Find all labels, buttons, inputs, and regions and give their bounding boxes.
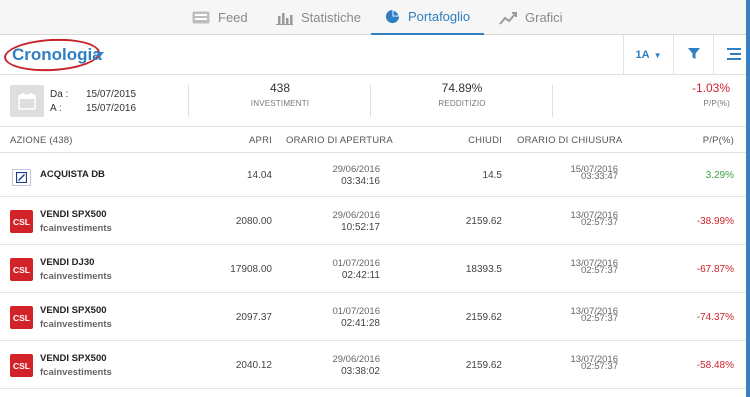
open-price: 17908.00 <box>230 264 272 275</box>
open-price: 2097.37 <box>235 312 272 323</box>
list-icon <box>726 47 741 63</box>
from-date: 15/07/2015 <box>86 89 137 100</box>
line-chart-icon <box>499 11 517 25</box>
csl-logo-icon: CSL <box>10 354 33 377</box>
investments-value: 438 <box>269 81 291 95</box>
trader-name[interactable]: fcainvestiments <box>40 271 112 282</box>
table-row[interactable]: ACQUISTA DB 14.04 29/06/2016 03:34:16 14.5 15… <box>0 153 746 197</box>
filter-button[interactable] <box>673 35 713 75</box>
period-label: 1A <box>635 49 650 61</box>
filter-icon <box>687 47 700 63</box>
portfolio-page: Feed Statistiche Portafoglio Grafici Cro… <box>0 0 750 397</box>
top-nav: Feed Statistiche Portafoglio Grafici <box>0 0 746 35</box>
col-orario-chiusura[interactable]: ORARIO DI CHIUSURA <box>517 135 622 146</box>
instrument-name[interactable]: VENDI DJ30 <box>40 257 94 268</box>
instrument-name[interactable]: VENDI SPX500 <box>40 209 107 220</box>
caret-down-icon: ▼ <box>653 50 662 60</box>
instrument-name[interactable]: ACQUISTA DB <box>40 169 105 180</box>
tab-statistiche[interactable]: Statistiche <box>276 0 361 35</box>
investments-stat: 438 INVESTIMENTI <box>230 81 330 108</box>
chevron-down-icon[interactable] <box>96 52 104 57</box>
yield-value: 74.89% <box>441 81 483 95</box>
close-price: 2159.62 <box>465 360 502 371</box>
col-orario-apertura[interactable]: ORARIO DI APERTURA <box>286 135 393 146</box>
calendar-icon[interactable] <box>10 85 44 117</box>
col-azione[interactable]: AZIONE (438) <box>10 135 73 146</box>
pl-label: P/P(%) <box>703 99 730 108</box>
divider <box>552 85 553 117</box>
csl-logo-icon: CSL <box>10 210 33 233</box>
close-price: 14.5 <box>482 170 502 181</box>
col-apri[interactable]: APRI <box>220 135 272 146</box>
tab-portafoglio-label: Portafoglio <box>408 9 471 24</box>
tab-statistiche-label: Statistiche <box>301 10 361 25</box>
close-price: 2159.62 <box>465 216 502 227</box>
pie-chart-icon <box>385 9 400 24</box>
close-time: 02:57:37 <box>581 217 618 228</box>
open-time: 10:52:17 <box>341 222 380 233</box>
tab-feed-label: Feed <box>218 10 248 25</box>
close-time: 02:57:37 <box>581 361 618 372</box>
feed-icon <box>192 11 210 24</box>
list-view-button[interactable] <box>713 35 750 75</box>
csl-logo-icon: CSL <box>10 258 33 281</box>
tab-feed[interactable]: Feed <box>192 0 248 35</box>
csl-logo-icon: CSL <box>10 306 33 329</box>
open-time: 02:41:28 <box>341 318 380 329</box>
open-date: 01/07/2016 <box>332 258 380 269</box>
tab-grafici-label: Grafici <box>525 10 563 25</box>
period-selector[interactable]: 1A ▼ <box>623 35 673 75</box>
open-price: 2080.00 <box>235 216 272 227</box>
trader-name[interactable]: fcainvestiments <box>40 319 112 330</box>
open-date: 29/06/2016 <box>332 164 380 175</box>
instrument-name[interactable]: VENDI SPX500 <box>40 305 107 316</box>
pl-percent: -74.37% <box>696 312 734 323</box>
table-row[interactable]: CSL VENDI SPX500 fcainvestiments 2040.12 29/… <box>0 341 746 389</box>
open-time: 03:38:02 <box>341 366 380 377</box>
deutsche-bank-logo-icon <box>12 169 31 186</box>
close-price: 18393.5 <box>465 264 502 275</box>
positions-table: ACQUISTA DB 14.04 29/06/2016 03:34:16 14.5 15… <box>0 153 746 389</box>
table-row[interactable]: CSL VENDI SPX500 fcainvestiments 2097.37 01/… <box>0 293 746 341</box>
col-chiudi[interactable]: CHIUDI <box>440 135 502 146</box>
trader-name[interactable]: fcainvestiments <box>40 223 112 234</box>
pl-value: -1.03% <box>691 81 730 95</box>
table-row[interactable]: CSL VENDI DJ30 fcainvestiments 17908.00 01/0… <box>0 245 746 293</box>
summary-bar: Da : 15/07/2015 A : 15/07/2016 438 INVES… <box>0 75 746 127</box>
to-label: A : <box>50 103 62 114</box>
from-label: Da : <box>50 89 69 100</box>
close-price: 2159.62 <box>465 312 502 323</box>
open-time: 03:34:16 <box>341 176 380 187</box>
open-date: 29/06/2016 <box>332 210 380 221</box>
divider <box>370 85 371 117</box>
yield-stat: 74.89% REDDITIZIO <box>412 81 512 108</box>
pl-percent: 3.29% <box>705 170 734 181</box>
close-time: 03:33:47 <box>581 171 618 182</box>
close-time: 02:57:37 <box>581 265 618 276</box>
table-row[interactable]: CSL VENDI SPX500 fcainvestiments 2080.00 29/… <box>0 197 746 245</box>
open-price: 2040.12 <box>235 360 272 371</box>
page-header: Cronologia 1A ▼ <box>0 35 746 75</box>
open-date: 29/06/2016 <box>332 354 380 365</box>
investments-label: INVESTIMENTI <box>250 99 310 108</box>
divider <box>188 85 189 117</box>
bar-chart-icon <box>276 11 293 25</box>
open-date: 01/07/2016 <box>332 306 380 317</box>
table-header: AZIONE (438) APRI ORARIO DI APERTURA CHI… <box>0 127 746 153</box>
tab-grafici[interactable]: Grafici <box>499 0 563 35</box>
open-price: 14.04 <box>246 170 272 181</box>
pl-stat: -1.03% P/P(%) <box>640 81 730 108</box>
yield-label: REDDITIZIO <box>438 99 486 108</box>
col-pp[interactable]: P/P(%) <box>660 135 734 146</box>
trader-name[interactable]: fcainvestiments <box>40 367 112 378</box>
to-date: 15/07/2016 <box>86 103 137 114</box>
tab-portafoglio[interactable]: Portafoglio <box>371 0 485 35</box>
pl-percent: -67.87% <box>696 264 734 275</box>
pl-percent: -38.99% <box>696 216 734 227</box>
instrument-name[interactable]: VENDI SPX500 <box>40 353 107 364</box>
pl-percent: -58.48% <box>696 360 734 371</box>
open-time: 02:42:11 <box>341 270 380 281</box>
page-title[interactable]: Cronologia <box>12 45 102 65</box>
close-time: 02:57:37 <box>581 313 618 324</box>
